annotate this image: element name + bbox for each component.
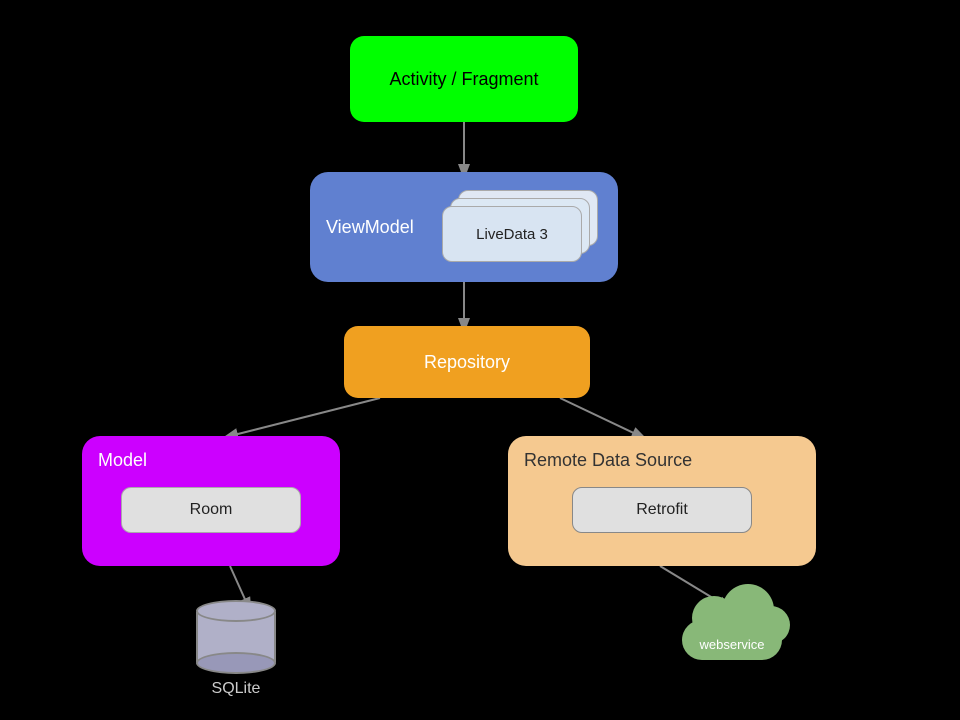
webservice-cloud: webservice bbox=[672, 600, 792, 660]
sqlite-container: SQLite bbox=[196, 600, 276, 698]
livedata-stack: LiveData 3 bbox=[442, 190, 602, 264]
model-box: Model Room bbox=[82, 436, 340, 566]
livedata-label: LiveData 3 bbox=[476, 226, 548, 243]
cylinder-top bbox=[196, 600, 276, 622]
viewmodel-box: ViewModel LiveData 3 bbox=[310, 172, 618, 282]
retrofit-box: Retrofit bbox=[572, 487, 752, 533]
retrofit-label: Retrofit bbox=[636, 501, 688, 519]
webservice-container: webservice bbox=[672, 600, 792, 660]
repository-label: Repository bbox=[424, 352, 510, 373]
remote-data-source-label: Remote Data Source bbox=[524, 450, 800, 471]
activity-fragment-box: Activity / Fragment bbox=[350, 36, 578, 122]
webservice-label: webservice bbox=[672, 637, 792, 652]
sqlite-cylinder bbox=[196, 600, 276, 674]
remote-data-source-box: Remote Data Source Retrofit bbox=[508, 436, 816, 566]
sqlite-label: SQLite bbox=[212, 680, 261, 698]
room-box: Room bbox=[121, 487, 301, 533]
diagram-container: Activity / Fragment ViewModel LiveData 3… bbox=[0, 0, 960, 720]
viewmodel-label: ViewModel bbox=[326, 217, 414, 238]
repository-box: Repository bbox=[344, 326, 590, 398]
livedata-card-3: LiveData 3 bbox=[442, 206, 582, 262]
cylinder-bottom bbox=[196, 652, 276, 674]
model-label: Model bbox=[98, 450, 324, 471]
activity-fragment-label: Activity / Fragment bbox=[389, 69, 538, 90]
room-label: Room bbox=[190, 501, 233, 519]
